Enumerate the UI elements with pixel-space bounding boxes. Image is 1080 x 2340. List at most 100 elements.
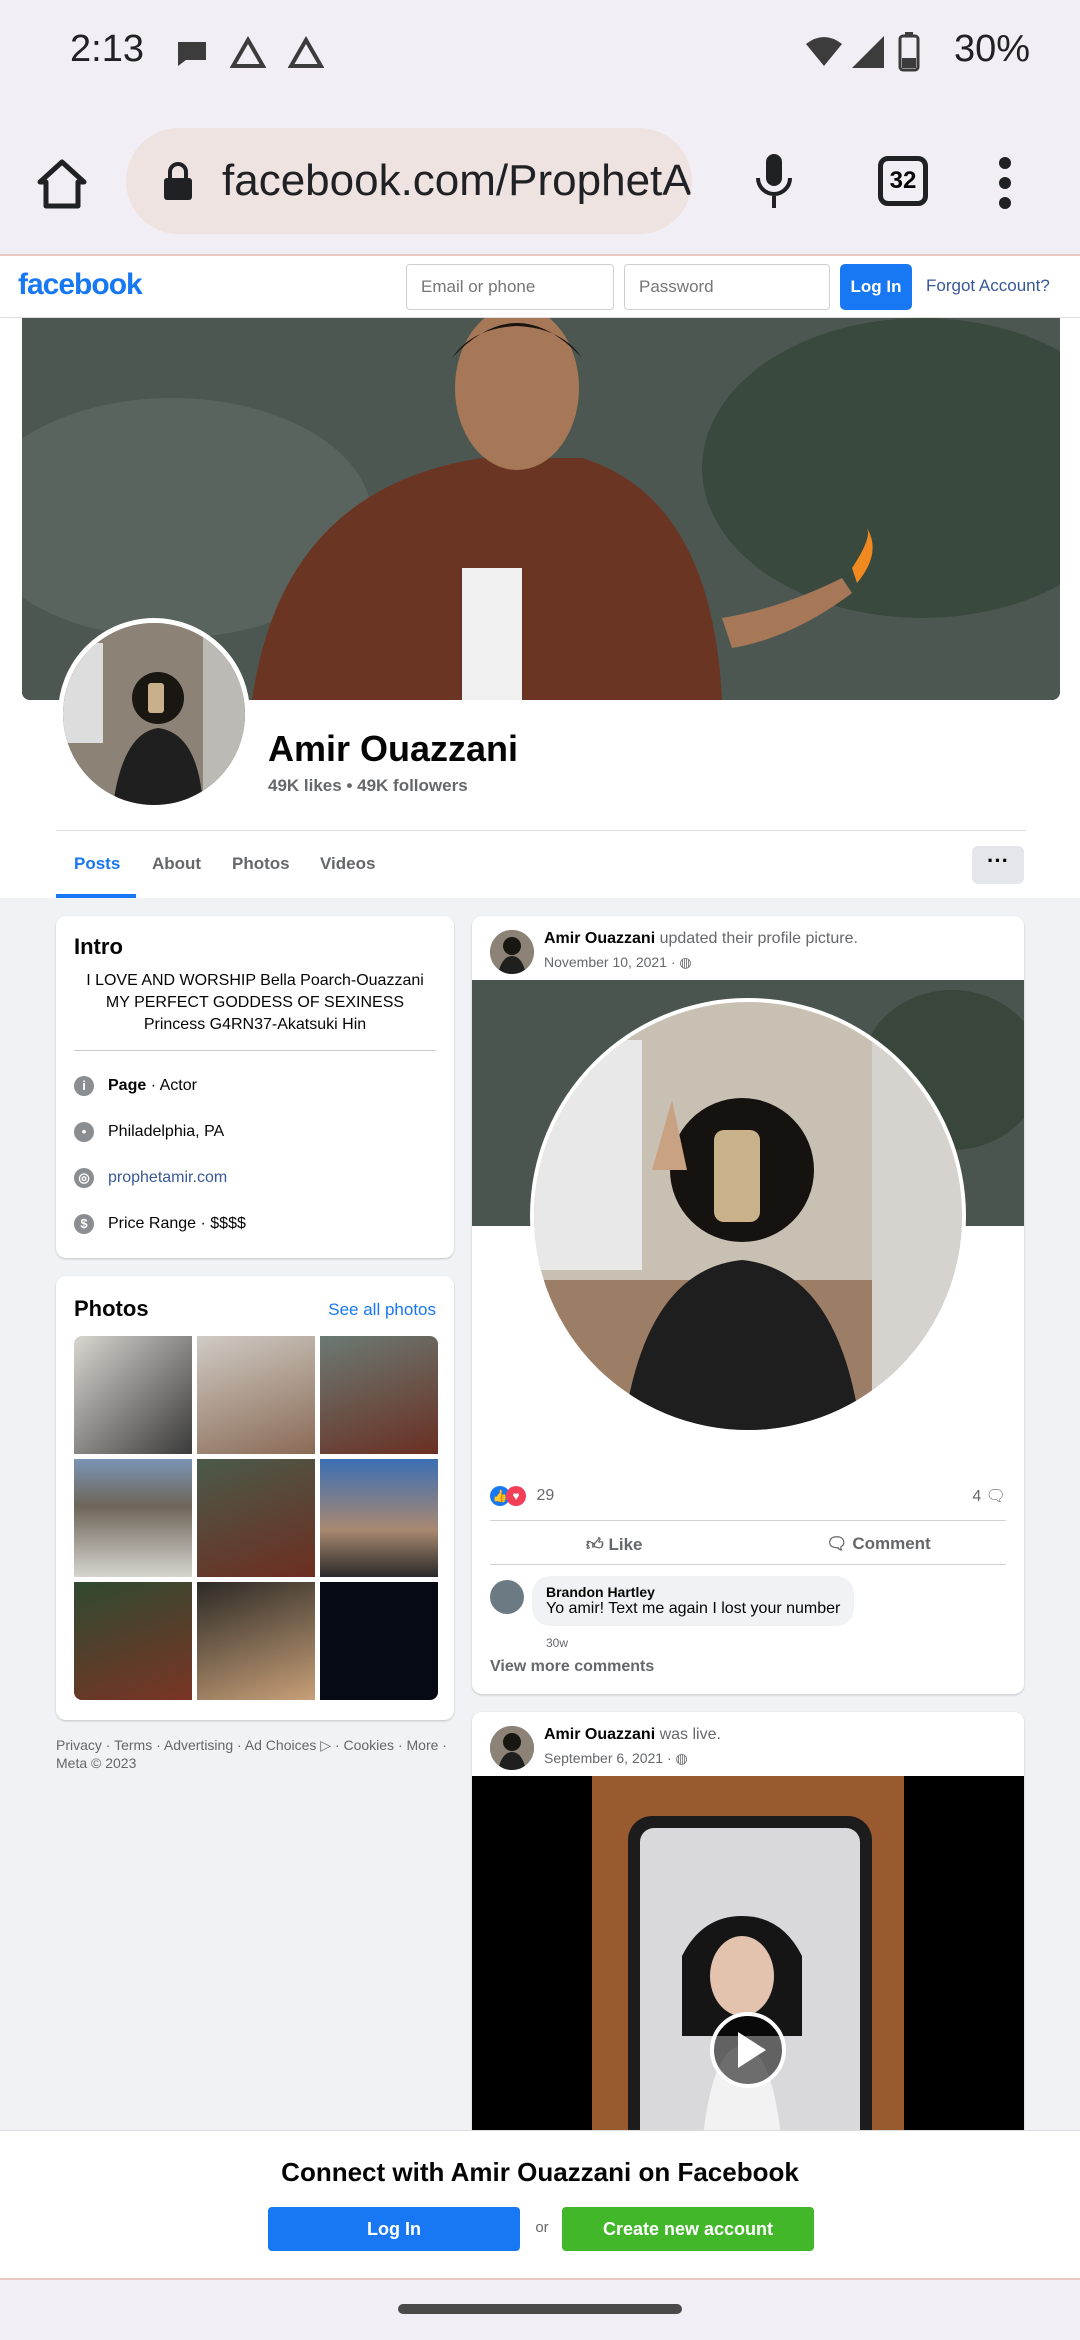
profile-name: Amir Ouazzani: [268, 728, 519, 769]
photo-thumbnail[interactable]: [320, 1459, 438, 1577]
comment-count: 4: [972, 1488, 982, 1505]
comment-time[interactable]: 30w: [546, 1636, 568, 1650]
live-video-frame: [592, 1776, 904, 2142]
divider: [490, 1564, 1006, 1565]
more-options-button[interactable]: ···: [972, 846, 1024, 884]
photo-thumbnail[interactable]: [74, 1459, 192, 1577]
address-bar[interactable]: facebook.com/ProphetA: [126, 128, 692, 234]
comment-author[interactable]: Brandon Hartley: [546, 1584, 840, 1600]
active-tab-indicator: [56, 894, 136, 898]
comment-count-summary[interactable]: 4 🗨: [972, 1486, 1006, 1506]
avatar-image: [490, 1726, 534, 1770]
photos-title: Photos: [74, 1296, 149, 1321]
tab-videos[interactable]: Videos: [320, 854, 375, 874]
like-button[interactable]: 👍︎ Like: [586, 1534, 643, 1555]
post-author-avatar[interactable]: [490, 1726, 534, 1770]
post-card: Amir Ouazzani updated their profile pict…: [472, 916, 1024, 1694]
comment-button[interactable]: 🗨 Comment: [826, 1534, 931, 1554]
system-navigation-bar: [0, 2278, 1080, 2340]
photo-thumbnail[interactable]: [74, 1582, 192, 1700]
facebook-logo[interactable]: facebook: [18, 268, 143, 302]
post-author-avatar[interactable]: [490, 930, 534, 974]
gesture-handle[interactable]: [398, 2304, 682, 2314]
profile-picture-image: [472, 980, 1024, 1434]
thumbs-up-icon: 👍︎: [586, 1535, 609, 1554]
banner-title: Connect with Amir Ouazzani on Facebook: [281, 2157, 799, 2187]
divider: [490, 1520, 1006, 1521]
price-range-text: Price Range · $$$$: [108, 1215, 246, 1233]
overflow-menu-icon[interactable]: [998, 156, 1012, 210]
banner-login-button[interactable]: Log In: [268, 2207, 520, 2251]
live-video[interactable]: [472, 1776, 1024, 2142]
forgot-account-link[interactable]: Forgot Account?: [926, 276, 1050, 296]
connect-banner: Connect with Amir Ouazzani on Facebook L…: [0, 2130, 1080, 2278]
wifi-icon: [806, 37, 842, 66]
post-author-name[interactable]: Amir Ouazzani: [544, 930, 655, 947]
post-card-live: Amir Ouazzani was live. September 6, 202…: [472, 1712, 1024, 2142]
tab-switcher-button[interactable]: 32: [878, 156, 928, 206]
home-icon[interactable]: [36, 158, 88, 210]
love-reaction-icon: ♥: [506, 1486, 526, 1506]
intro-website-row: ◎ prophetamir.com: [74, 1168, 227, 1188]
website-link[interactable]: prophetamir.com: [108, 1169, 227, 1186]
battery-icon: [898, 32, 920, 72]
post-date[interactable]: September 6, 2021 ·: [544, 1750, 676, 1766]
reaction-count: 29: [536, 1487, 555, 1504]
password-field[interactable]: [624, 264, 830, 310]
post-date[interactable]: November 10, 2021 ·: [544, 954, 679, 970]
see-all-photos-link[interactable]: See all photos: [328, 1300, 436, 1320]
create-account-button[interactable]: Create new account: [562, 2207, 814, 2251]
footer-link-row[interactable]: Privacy · Terms · Advertising · Ad Choic…: [56, 1736, 456, 1754]
email-field[interactable]: [406, 264, 614, 310]
post-header-line: Amir Ouazzani updated their profile pict…: [544, 930, 858, 948]
signal-icon: [852, 36, 884, 68]
commenter-avatar[interactable]: [490, 1580, 524, 1614]
photo-thumbnail[interactable]: [74, 1336, 192, 1454]
status-time: 2:13: [70, 28, 144, 70]
tab-photos[interactable]: Photos: [232, 854, 290, 874]
post-date-line: November 10, 2021 · ◍: [544, 954, 692, 971]
footer-links: Privacy · Terms · Advertising · Ad Choic…: [56, 1736, 456, 1772]
intro-title: Intro: [74, 934, 123, 959]
comment-icon: 🗨: [826, 1534, 853, 1553]
photo-thumbnail[interactable]: [320, 1582, 438, 1700]
url-text: facebook.com/ProphetA: [222, 156, 692, 205]
post-action-text: was live.: [655, 1726, 721, 1743]
microphone-icon[interactable]: [752, 152, 796, 212]
divider: [56, 830, 1026, 831]
intro-price-row: $ Price Range · $$$$: [74, 1214, 246, 1234]
page-label: Page: [108, 1077, 147, 1095]
lock-icon: [164, 162, 192, 200]
tab-posts[interactable]: Posts: [74, 854, 120, 874]
profile-stats: 49K likes • 49K followers: [268, 776, 468, 795]
globe-icon: ◎: [74, 1168, 94, 1188]
location-text: Philadelphia, PA: [108, 1123, 225, 1141]
public-globe-icon: ◍: [675, 1750, 688, 1766]
reactions-summary[interactable]: 👍 ♥ 29: [490, 1486, 554, 1506]
profile-avatar[interactable]: [58, 618, 250, 810]
post-image[interactable]: [472, 980, 1024, 1474]
post-author-name[interactable]: Amir Ouazzani: [544, 1726, 655, 1743]
profile-header: Amir Ouazzani 49K likes • 49K followers …: [0, 318, 1080, 898]
banner-or-text: or: [535, 2219, 549, 2236]
photo-thumbnail[interactable]: [197, 1336, 315, 1454]
comment-bubble-icon: 🗨: [985, 1488, 1006, 1505]
public-globe-icon: ◍: [679, 954, 692, 970]
intro-page-row: i Page · Actor: [74, 1076, 197, 1096]
tab-about[interactable]: About: [152, 854, 201, 874]
comment-label: Comment: [852, 1534, 931, 1553]
photo-thumbnail[interactable]: [320, 1336, 438, 1454]
drive-notification-icon-2: [288, 36, 324, 68]
info-icon: i: [74, 1076, 94, 1096]
profile-avatar-image: [63, 623, 245, 805]
price-icon: $: [74, 1214, 94, 1234]
view-more-comments-link[interactable]: View more comments: [490, 1658, 654, 1676]
like-label: Like: [608, 1535, 643, 1554]
page-category: · Actor: [146, 1077, 197, 1095]
messages-notification-icon: [178, 42, 206, 66]
header-login-button[interactable]: Log In: [840, 264, 912, 310]
intro-bio: I LOVE AND WORSHIP Bella Poarch-Ouazzani…: [86, 972, 424, 1033]
photos-card: Photos See all photos: [56, 1276, 454, 1720]
photo-thumbnail[interactable]: [197, 1459, 315, 1577]
photo-thumbnail[interactable]: [197, 1582, 315, 1700]
